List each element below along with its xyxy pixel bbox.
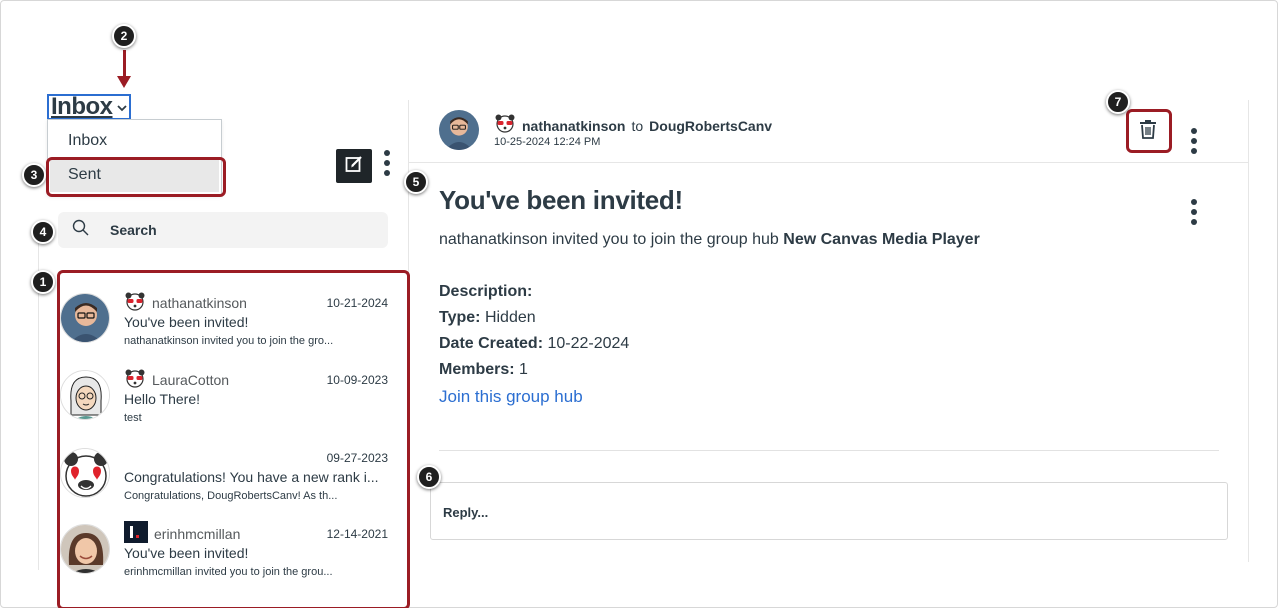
field-members: Members: 1 (439, 361, 528, 378)
message-divider (439, 450, 1219, 451)
message-recipient: DougRobertsCanv (649, 117, 773, 134)
field-type: Type: Hidden (439, 309, 536, 326)
message-sender: nathanatkinson (522, 117, 626, 134)
callout-5: 5 (404, 170, 428, 194)
message-intro-hub: New Canvas Media Player (783, 231, 980, 248)
highlight-delete-button (1126, 109, 1172, 153)
message-to-word: to (631, 117, 644, 134)
callout-arrow (123, 50, 126, 78)
message-intro-text: nathanatkinson invited you to join the g… (439, 231, 779, 248)
chevron-down-icon (116, 99, 127, 115)
search-input[interactable]: Search (58, 212, 388, 248)
highlight-sent-option (46, 157, 226, 197)
panel-edge-right (1248, 100, 1249, 562)
callout-6: 6 (417, 465, 441, 489)
mailbox-select[interactable]: Inbox (47, 93, 131, 120)
message-header-kebab-icon[interactable] (1191, 128, 1197, 154)
callout-3: 3 (22, 163, 46, 187)
reply-field[interactable]: Reply... (430, 482, 1228, 540)
panda-badge-icon (494, 113, 516, 138)
message-options-kebab-icon[interactable] (1191, 199, 1197, 225)
sender-avatar (439, 110, 479, 150)
join-group-hub-link[interactable]: Join this group hub (439, 387, 583, 407)
message-title: You've been invited! (439, 185, 683, 215)
callout-2: 2 (112, 24, 136, 48)
callout-7: 7 (1106, 90, 1130, 114)
compose-button[interactable] (336, 149, 372, 183)
compose-icon (345, 155, 363, 178)
mailbox-select-label: Inbox (51, 93, 113, 120)
search-icon (72, 219, 90, 242)
field-description: Description: (439, 283, 533, 300)
message-header-divider (409, 162, 1248, 163)
search-label: Search (110, 222, 157, 238)
callout-arrow-head (117, 76, 131, 88)
mailbox-options-kebab-icon[interactable] (384, 150, 390, 176)
callout-1: 1 (31, 270, 55, 294)
field-date-created: Date Created: 10-22-2024 (439, 335, 630, 352)
message-intro: nathanatkinson invited you to join the g… (439, 231, 980, 249)
message-date: 10-25-2024 12:24 PM (494, 136, 601, 148)
callout-4: 4 (31, 220, 55, 244)
message-header: nathanatkinson to DougRobertsCanv (494, 113, 772, 138)
mailbox-option-inbox[interactable]: Inbox (48, 124, 221, 158)
highlight-conversation-list (57, 270, 410, 608)
